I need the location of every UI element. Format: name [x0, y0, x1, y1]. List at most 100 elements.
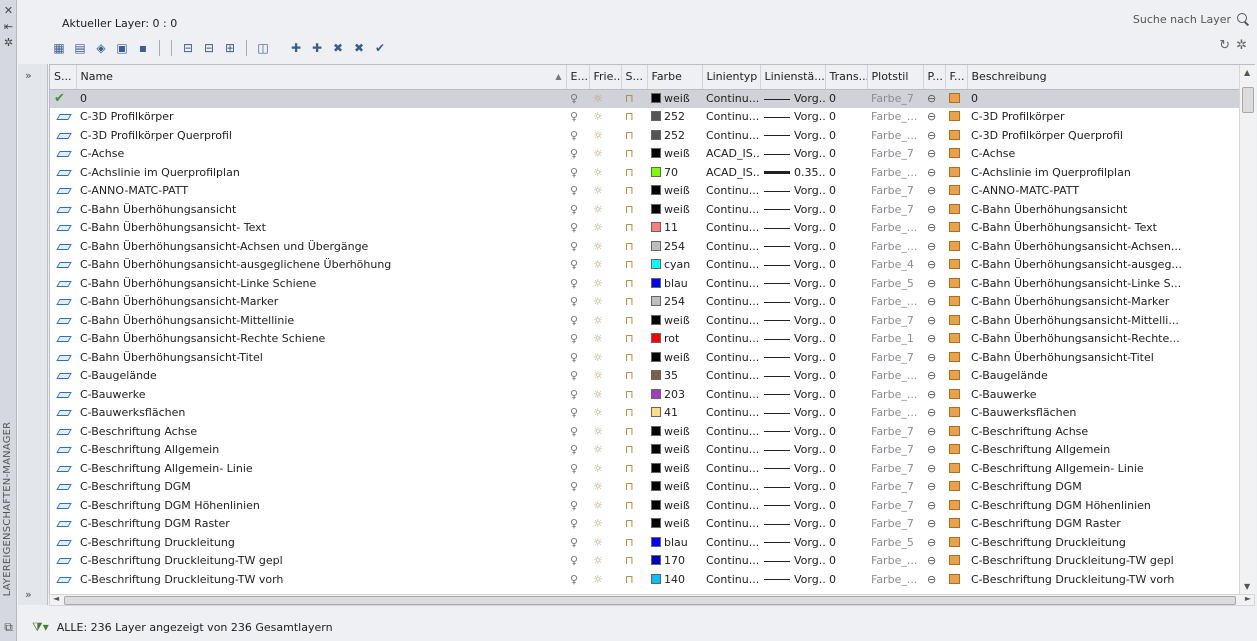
status-cell[interactable]: [50, 459, 76, 478]
plot-cell[interactable]: ⊖: [923, 496, 945, 515]
transparency-cell[interactable]: 0: [825, 163, 867, 182]
linetype-cell[interactable]: Continu...: [702, 515, 760, 534]
new-vp-freeze-icon[interactable]: [949, 111, 960, 122]
status-cell[interactable]: [50, 274, 76, 293]
plot-cell[interactable]: ⊖: [923, 126, 945, 145]
freeze-cell[interactable]: ☼: [589, 533, 621, 552]
transparency-cell[interactable]: 0: [825, 459, 867, 478]
printer-icon[interactable]: ⊖: [927, 184, 936, 197]
printer-icon[interactable]: ⊖: [927, 295, 936, 308]
freeze-cell[interactable]: ☼: [589, 293, 621, 312]
vp-freeze-cell[interactable]: [945, 404, 967, 423]
plot-cell[interactable]: ⊖: [923, 182, 945, 201]
lineweight-cell[interactable]: Vorg...: [760, 293, 825, 312]
description-cell[interactable]: C-Beschriftung Allgemein: [967, 441, 1254, 460]
vp-freeze-cell[interactable]: [945, 533, 967, 552]
lightbulb-icon[interactable]: ♀: [570, 480, 578, 493]
plot-cell[interactable]: ⊖: [923, 274, 945, 293]
printer-icon[interactable]: ⊖: [927, 480, 936, 493]
vp-freeze-cell[interactable]: [945, 367, 967, 386]
sun-icon[interactable]: ☼: [593, 388, 603, 401]
transparency-cell[interactable]: 0: [825, 515, 867, 534]
color-cell[interactable]: 140: [647, 570, 702, 589]
lock-cell[interactable]: ⊓: [621, 163, 647, 182]
layer-row[interactable]: C-Achslinie im Querprofilplan ♀ ☼ ⊓ 70 ACAD_I…: [50, 163, 1254, 182]
column-header[interactable]: P...: [923, 65, 946, 90]
new-vp-freeze-icon[interactable]: [949, 444, 960, 455]
on-cell[interactable]: ♀: [566, 200, 589, 219]
color-cell[interactable]: weiß: [647, 145, 702, 164]
name-cell[interactable]: C-Beschriftung DGM Höhenlinien: [76, 496, 566, 515]
name-cell[interactable]: C-Bahn Überhöhungsansicht- Text: [76, 219, 566, 238]
lightbulb-icon[interactable]: ♀: [570, 351, 578, 364]
printer-icon[interactable]: ⊖: [927, 258, 936, 271]
transparency-cell[interactable]: 0: [825, 570, 867, 589]
new-group-filter-icon[interactable]: ▤: [71, 39, 89, 57]
unlocked-icon[interactable]: ⊓: [625, 203, 634, 216]
name-cell[interactable]: C-Beschriftung Druckleitung: [76, 533, 566, 552]
lock-cell[interactable]: ⊓: [621, 459, 647, 478]
printer-icon[interactable]: ⊖: [927, 166, 936, 179]
lightbulb-icon[interactable]: ♀: [570, 388, 578, 401]
color-cell[interactable]: rot: [647, 330, 702, 349]
new-vp-freeze-icon[interactable]: [949, 370, 960, 381]
printer-icon[interactable]: ⊖: [927, 554, 936, 567]
plot-cell[interactable]: ⊖: [923, 533, 945, 552]
linetype-cell[interactable]: Continu...: [702, 89, 760, 108]
lightbulb-icon[interactable]: ♀: [570, 166, 578, 179]
plot-cell[interactable]: ⊖: [923, 237, 945, 256]
vp-freeze-cell[interactable]: [945, 163, 967, 182]
lineweight-cell[interactable]: Vorg...: [760, 515, 825, 534]
lineweight-cell[interactable]: Vorg...: [760, 311, 825, 330]
new-vp-freeze-icon[interactable]: [949, 296, 960, 307]
name-cell[interactable]: C-Beschriftung DGM: [76, 478, 566, 497]
description-cell[interactable]: C-Achslinie im Querprofilplan: [967, 163, 1254, 182]
on-cell[interactable]: ♀: [566, 256, 589, 275]
printer-icon[interactable]: ⊖: [927, 92, 936, 105]
lightbulb-icon[interactable]: ♀: [570, 147, 578, 160]
sun-icon[interactable]: ☼: [593, 332, 603, 345]
freeze-cell[interactable]: ☼: [589, 478, 621, 497]
on-cell[interactable]: ♀: [566, 348, 589, 367]
printer-icon[interactable]: ⊖: [927, 462, 936, 475]
on-cell[interactable]: ♀: [566, 311, 589, 330]
plot-cell[interactable]: ⊖: [923, 311, 945, 330]
layer-row[interactable]: C-Bahn Überhöhungsansicht ♀ ☼ ⊓ weiß Continu.…: [50, 200, 1254, 219]
transparency-cell[interactable]: 0: [825, 367, 867, 386]
filter-icon-2[interactable]: ⊟: [200, 39, 218, 57]
search-input[interactable]: [1121, 12, 1231, 26]
lock-cell[interactable]: ⊓: [621, 311, 647, 330]
sun-icon[interactable]: ☼: [593, 258, 603, 271]
description-cell[interactable]: C-ANNO-MATC-PATT: [967, 182, 1254, 201]
scroll-right-icon[interactable]: ►: [1245, 594, 1251, 603]
sun-icon[interactable]: ☼: [593, 314, 603, 327]
unlocked-icon[interactable]: ⊓: [625, 314, 634, 327]
new-vp-freeze-icon[interactable]: [949, 481, 960, 492]
description-cell[interactable]: C-Bahn Überhöhungsansicht-Linke S...: [967, 274, 1254, 293]
name-cell[interactable]: C-3D Profilkörper Querprofil: [76, 126, 566, 145]
layer-row[interactable]: C-Beschriftung Allgemein ♀ ☼ ⊓ weiß Continu..…: [50, 441, 1254, 460]
name-cell[interactable]: C-Baugelände: [76, 367, 566, 386]
linetype-cell[interactable]: Continu...: [702, 182, 760, 201]
linetype-cell[interactable]: ACAD_IS...: [702, 145, 760, 164]
linetype-cell[interactable]: Continu...: [702, 441, 760, 460]
name-cell[interactable]: C-Beschriftung Druckleitung-TW vorh: [76, 570, 566, 589]
sun-icon[interactable]: ☼: [593, 277, 603, 290]
lineweight-cell[interactable]: Vorg...: [760, 404, 825, 423]
vp-freeze-cell[interactable]: [945, 478, 967, 497]
lineweight-cell[interactable]: Vorg...: [760, 385, 825, 404]
unlocked-icon[interactable]: ⊓: [625, 554, 634, 567]
lineweight-cell[interactable]: Vorg...: [760, 570, 825, 589]
on-cell[interactable]: ♀: [566, 496, 589, 515]
status-cell[interactable]: [50, 182, 76, 201]
unlocked-icon[interactable]: ⊓: [625, 258, 634, 271]
new-vp-freeze-icon[interactable]: [949, 425, 960, 436]
layer-row[interactable]: C-3D Profilkörper ♀ ☼ ⊓ 252 Continu... Vorg...…: [50, 108, 1254, 127]
printer-icon[interactable]: ⊖: [927, 443, 936, 456]
new-vp-freeze-icon[interactable]: [949, 555, 960, 566]
sun-icon[interactable]: ☼: [593, 147, 603, 160]
status-cell[interactable]: [50, 330, 76, 349]
filter-icon-3[interactable]: ⊞: [221, 39, 239, 57]
new-vp-freeze-icon[interactable]: [949, 93, 960, 103]
unlocked-icon[interactable]: ⊓: [625, 536, 634, 549]
